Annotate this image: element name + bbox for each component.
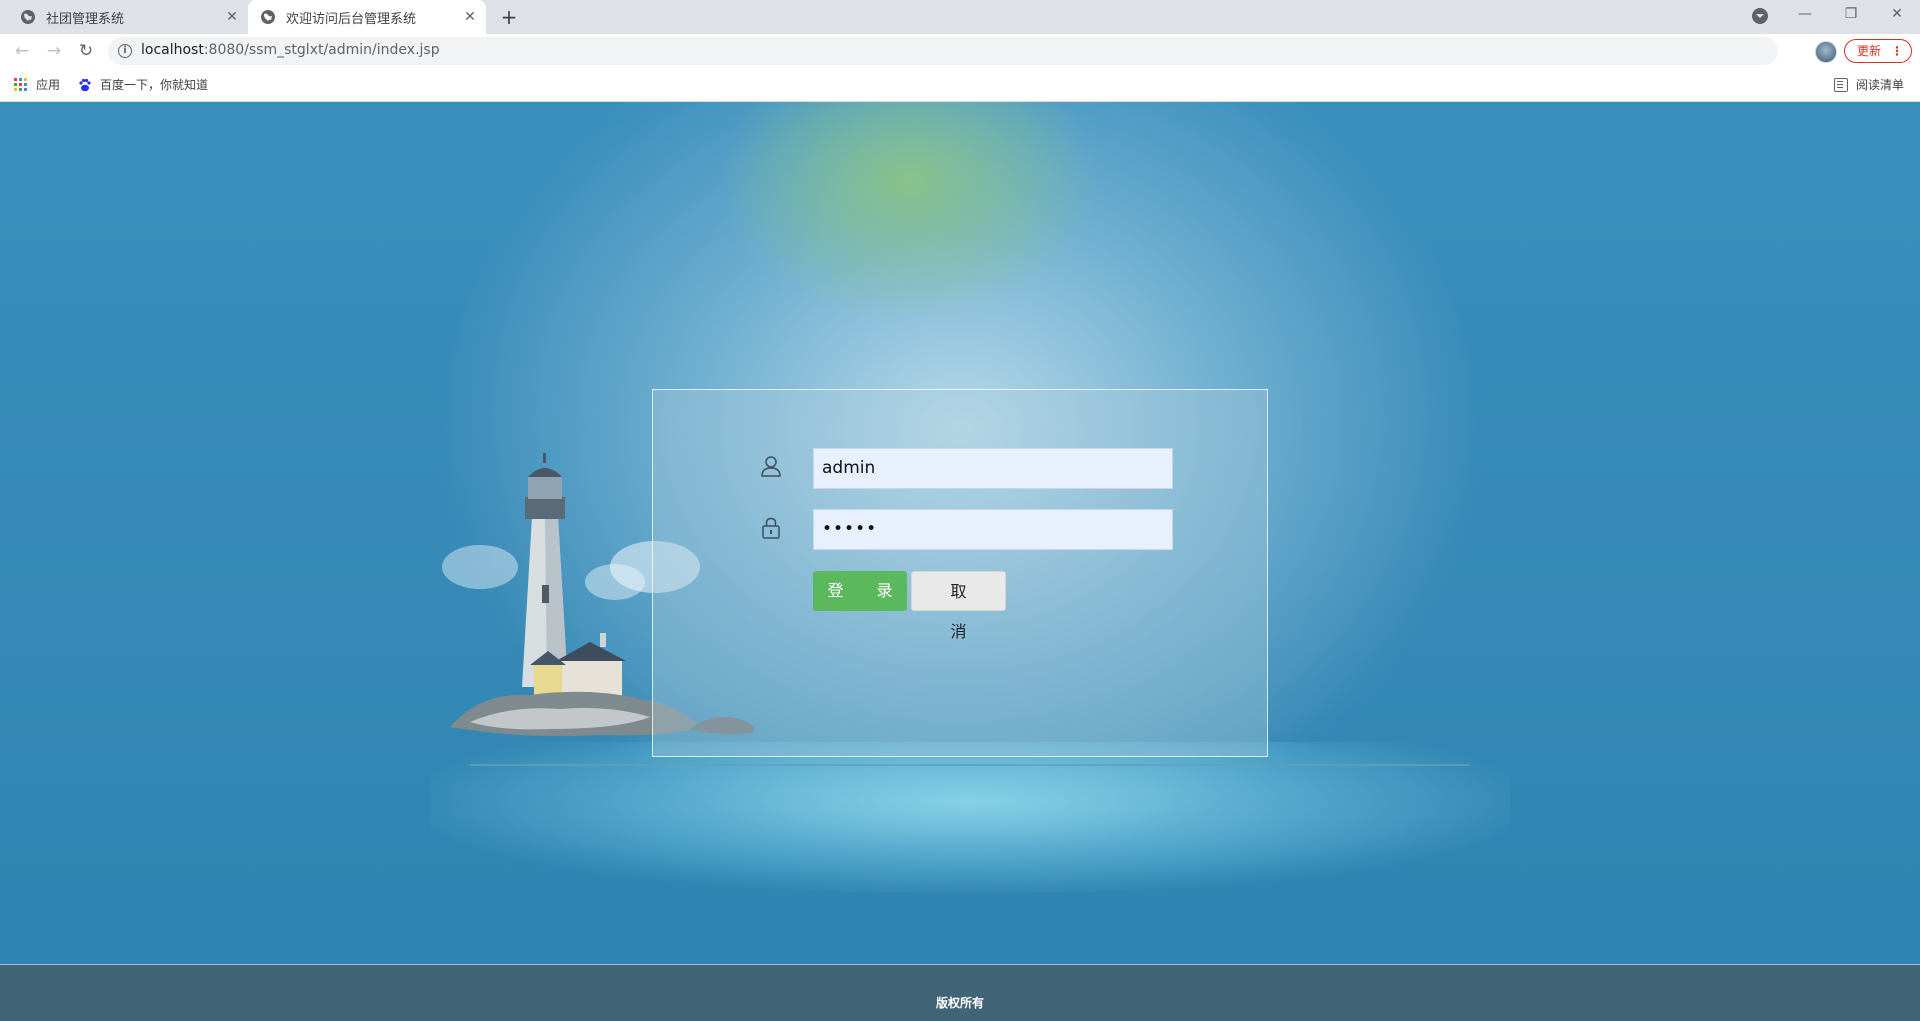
reading-list-label: 阅读清单 xyxy=(1856,78,1905,92)
site-info-icon[interactable]: i xyxy=(118,44,132,58)
login-page-background: admin ••••• 登 录 取 消 xyxy=(0,102,1920,964)
cancel-button[interactable]: 取 消 xyxy=(911,571,1006,641)
login-panel: admin ••••• 登 录 取 消 xyxy=(652,389,1268,757)
user-icon xyxy=(761,456,781,477)
url-text[interactable]: localhost:8080/ssm_stglxt/admin/index.js… xyxy=(141,42,440,58)
reading-list[interactable]: 阅读清单 xyxy=(1834,76,1904,93)
url-host: localhost xyxy=(141,42,204,58)
bookmarks-bar: 应用 百度一下，你就知道 阅读清单 xyxy=(0,68,1920,102)
profile-avatar[interactable] xyxy=(1815,41,1837,63)
globe-icon xyxy=(261,10,275,24)
new-tab-button[interactable]: + xyxy=(498,6,520,28)
tab-close-icon[interactable]: ✕ xyxy=(462,9,478,25)
back-arrow-icon[interactable]: ← xyxy=(10,39,34,63)
apps-grid-icon xyxy=(14,77,28,92)
close-window-button[interactable]: ✕ xyxy=(1874,0,1920,30)
login-button[interactable]: 登 录 xyxy=(813,571,907,611)
update-button[interactable]: 更新 ⋮ xyxy=(1844,39,1912,63)
tab-title: 欢迎访问后台管理系统 xyxy=(286,11,417,27)
bookmark-baidu[interactable]: 百度一下，你就知道 xyxy=(78,76,208,93)
lock-icon xyxy=(762,517,780,539)
copyright-text: 版权所有 xyxy=(935,996,984,1010)
tab-search-icon[interactable] xyxy=(1752,8,1768,24)
bookmark-apps[interactable]: 应用 xyxy=(14,76,60,93)
tab-club-management[interactable]: 社团管理系统 ✕ xyxy=(8,0,248,34)
update-label: 更新 xyxy=(1857,44,1882,58)
tab-admin-welcome[interactable]: 欢迎访问后台管理系统 ✕ xyxy=(248,0,486,34)
username-input[interactable]: admin xyxy=(813,448,1173,489)
tab-close-icon[interactable]: ✕ xyxy=(224,9,240,25)
bookmark-label: 百度一下，你就知道 xyxy=(100,78,209,92)
forward-arrow-icon[interactable]: → xyxy=(42,39,66,63)
tab-title: 社团管理系统 xyxy=(46,11,125,27)
baidu-paw-icon xyxy=(79,78,91,91)
url-path: :8080/ssm_stglxt/admin/index.jsp xyxy=(203,42,440,58)
globe-icon xyxy=(21,10,35,24)
minimize-button[interactable]: — xyxy=(1782,0,1828,30)
bookmark-label: 应用 xyxy=(36,78,61,92)
restore-button[interactable]: ❐ xyxy=(1828,0,1874,30)
more-menu-icon: ⋮ xyxy=(1891,44,1903,58)
reload-icon[interactable]: ↻ xyxy=(74,39,98,63)
address-bar[interactable]: i localhost:8080/ssm_stglxt/admin/index.… xyxy=(108,37,1900,65)
password-input[interactable]: ••••• xyxy=(813,509,1173,550)
page-footer: 版权所有 xyxy=(0,964,1920,1021)
reading-list-icon xyxy=(1834,77,1848,92)
browser-toolbar: ← → ↻ i localhost:8080/ssm_stglxt/admin/… xyxy=(0,34,1920,68)
tab-bar: 社团管理系统 ✕ 欢迎访问后台管理系统 ✕ + — ❐ ✕ xyxy=(0,0,1920,34)
